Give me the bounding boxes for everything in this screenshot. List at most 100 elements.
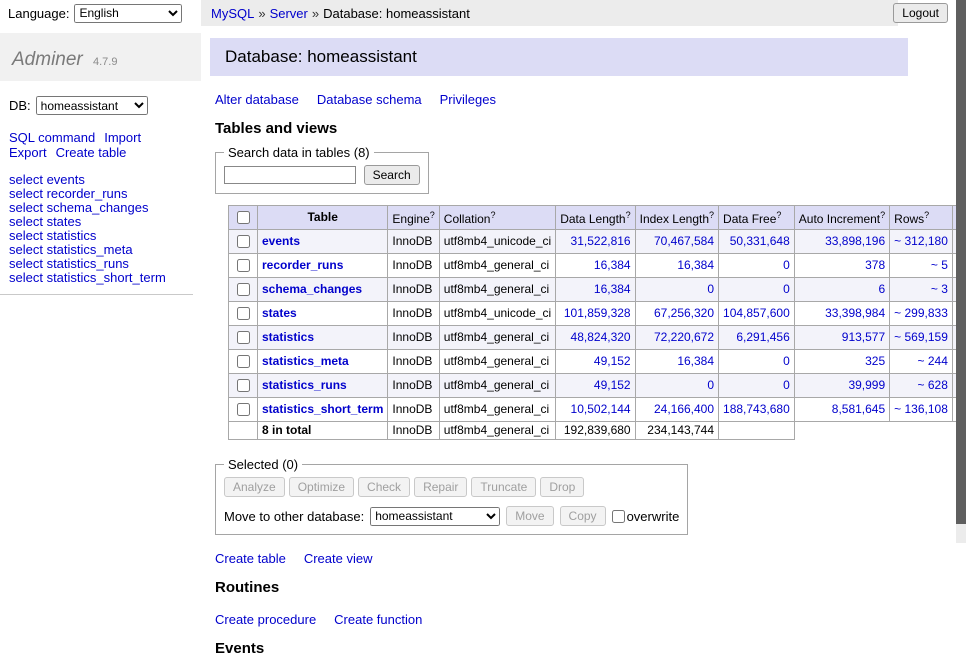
logout-button[interactable]: Logout [893, 3, 948, 23]
table-row: statistics_runsInnoDButf8mb4_general_ci4… [229, 374, 966, 398]
cell-data-free [719, 422, 795, 440]
table-link-statistics-short-term[interactable]: statistics_short_term [262, 402, 383, 416]
search-fieldset: Search data in tables (8) Search [215, 145, 429, 194]
total-select-cell [229, 422, 258, 440]
link-alter-database[interactable]: Alter database [215, 92, 299, 107]
table-row: statesInnoDButf8mb4_unicode_ci101,859,32… [229, 302, 966, 326]
row-checkbox-statistics[interactable] [237, 331, 250, 344]
sidebar-divider [0, 294, 193, 295]
column-help-collation[interactable]: ? [490, 210, 495, 220]
table-link-events[interactable]: events [262, 234, 300, 248]
search-input[interactable] [224, 166, 356, 184]
link-privileges[interactable]: Privileges [440, 92, 496, 107]
row-checkbox-recorder-runs[interactable] [237, 259, 250, 272]
column-help-data-length[interactable]: ? [626, 210, 631, 220]
copy-button[interactable]: Copy [560, 506, 606, 526]
tables-table: TableEngine?Collation?Data Length?Index … [228, 205, 966, 440]
selected-repair-button[interactable]: Repair [414, 477, 467, 497]
cell-rows: ~ 299,833 [890, 302, 953, 326]
link-create-view[interactable]: Create view [304, 551, 373, 566]
sidebar-action-links: SQL command Import Export Create table [9, 130, 201, 160]
table-link-schema-changes[interactable]: schema_changes [262, 282, 362, 296]
link-database-schema[interactable]: Database schema [317, 92, 422, 107]
language-label: Language: [8, 6, 69, 21]
breadcrumb-link-mysql[interactable]: MySQL [211, 6, 254, 21]
cell-data-free: 6,291,456 [719, 326, 795, 350]
selected-drop-button[interactable]: Drop [540, 477, 584, 497]
selected-buttons-row: AnalyzeOptimizeCheckRepairTruncateDrop [224, 477, 679, 497]
sidebar-link-create-table[interactable]: Create table [56, 145, 127, 160]
breadcrumb-separator: » [258, 6, 265, 21]
overwrite-checkbox[interactable] [612, 510, 625, 523]
cell-data-length: 31,522,816 [556, 230, 635, 254]
sidebar-select-statistics-runs[interactable]: select statistics_runs [9, 257, 201, 270]
sidebar-select-statistics-short-term[interactable]: select statistics_short_term [9, 271, 201, 284]
table-link-statistics[interactable]: statistics [262, 330, 314, 344]
link-create-table[interactable]: Create table [215, 551, 286, 566]
sidebar-link-export[interactable]: Export [9, 145, 47, 160]
selected-truncate-button[interactable]: Truncate [471, 477, 536, 497]
move-label: Move to other database: [224, 509, 364, 524]
selected-optimize-button[interactable]: Optimize [289, 477, 354, 497]
main-content: Database: homeassistant Alter database Da… [201, 26, 956, 657]
link-create-function[interactable]: Create function [334, 612, 422, 627]
move-db-select[interactable]: homeassistant [370, 507, 500, 526]
row-checkbox-statistics-meta[interactable] [237, 355, 250, 368]
column-header-collation: Collation? [439, 206, 555, 230]
column-help-rows[interactable]: ? [924, 210, 929, 220]
breadcrumb-separator: » [312, 6, 319, 21]
cell-data-length: 49,152 [556, 374, 635, 398]
search-button[interactable]: Search [364, 165, 420, 185]
language-select[interactable]: English [74, 4, 182, 23]
breadcrumb-link-server[interactable]: Server [270, 6, 308, 21]
events-heading: Events [215, 640, 908, 657]
sidebar-link-sql-command[interactable]: SQL command [9, 130, 95, 145]
cell-collation: utf8mb4_general_ci [439, 278, 555, 302]
link-create-procedure[interactable]: Create procedure [215, 612, 316, 627]
column-header-label: Table [307, 210, 337, 224]
selected-analyze-button[interactable]: Analyze [224, 477, 285, 497]
routines-links: Create procedure Create function [215, 612, 908, 627]
sidebar-select-states[interactable]: select states [9, 215, 201, 228]
row-checkbox-events[interactable] [237, 235, 250, 248]
table-link-statistics-runs[interactable]: statistics_runs [262, 378, 347, 392]
row-checkbox-statistics-short-term[interactable] [237, 403, 250, 416]
app-logo: Adminer 4.7.9 [0, 33, 201, 81]
table-row: eventsInnoDButf8mb4_unicode_ci31,522,816… [229, 230, 966, 254]
create-links: Create table Create view [215, 551, 908, 566]
cell-rows: ~ 312,180 [890, 230, 953, 254]
row-checkbox-states[interactable] [237, 307, 250, 320]
table-link-recorder-runs[interactable]: recorder_runs [262, 258, 343, 272]
select-all-checkbox[interactable] [237, 211, 250, 224]
sidebar-select-statistics-meta[interactable]: select statistics_meta [9, 243, 201, 256]
column-help-data-free[interactable]: ? [776, 210, 781, 220]
table-link-states[interactable]: states [262, 306, 297, 320]
breadcrumb-current: Database: homeassistant [323, 6, 470, 21]
cell-collation: utf8mb4_general_ci [439, 254, 555, 278]
sidebar-select-schema-changes[interactable]: select schema_changes [9, 201, 201, 214]
sidebar-link-import[interactable]: Import [104, 130, 141, 145]
column-help-engine[interactable]: ? [430, 210, 435, 220]
sidebar-select-recorder-runs[interactable]: select recorder_runs [9, 187, 201, 200]
sidebar-select-statistics[interactable]: select statistics [9, 229, 201, 242]
scrollbar-thumb[interactable] [956, 0, 966, 524]
row-checkbox-statistics-runs[interactable] [237, 379, 250, 392]
cell-data-length: 10,502,144 [556, 398, 635, 422]
column-help-auto-increment[interactable]: ? [880, 210, 885, 220]
cell-data-length: 49,152 [556, 350, 635, 374]
column-help-index-length[interactable]: ? [709, 210, 714, 220]
column-header-table: Table [258, 206, 388, 230]
cell-engine: InnoDB [388, 350, 439, 374]
scrollbar[interactable] [956, 0, 966, 543]
table-link-statistics-meta[interactable]: statistics_meta [262, 354, 349, 368]
move-button[interactable]: Move [506, 506, 553, 526]
top-bar: Language: English MySQL » Server » Database:… [0, 0, 956, 26]
sidebar-select-events[interactable]: select events [9, 173, 201, 186]
selected-check-button[interactable]: Check [358, 477, 410, 497]
cell-data-free: 188,743,680 [719, 398, 795, 422]
app-name[interactable]: Adminer [12, 49, 83, 70]
row-checkbox-schema-changes[interactable] [237, 283, 250, 296]
cell-auto-increment: 33,398,984 [794, 302, 889, 326]
db-select[interactable]: homeassistant [36, 96, 148, 115]
page-title: Database: homeassistant [210, 38, 908, 76]
